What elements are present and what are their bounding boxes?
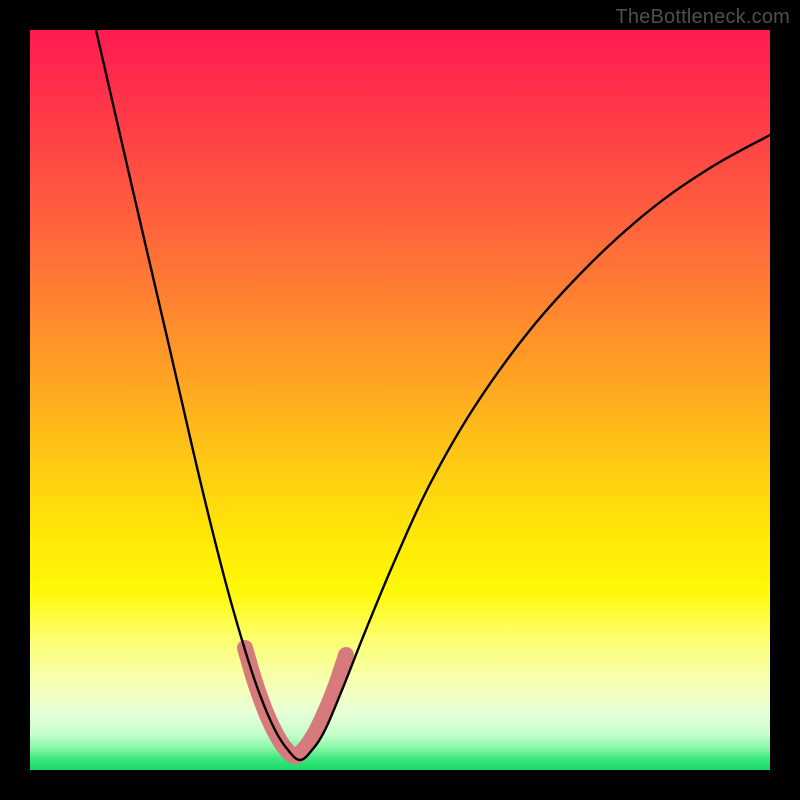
curve-layer [30,30,770,770]
plot-area [30,30,770,770]
watermark-text: TheBottleneck.com [615,6,790,29]
chart-stage: TheBottleneck.com [0,0,800,800]
bottleneck-curve [96,30,770,760]
valley-highlight [245,648,346,756]
